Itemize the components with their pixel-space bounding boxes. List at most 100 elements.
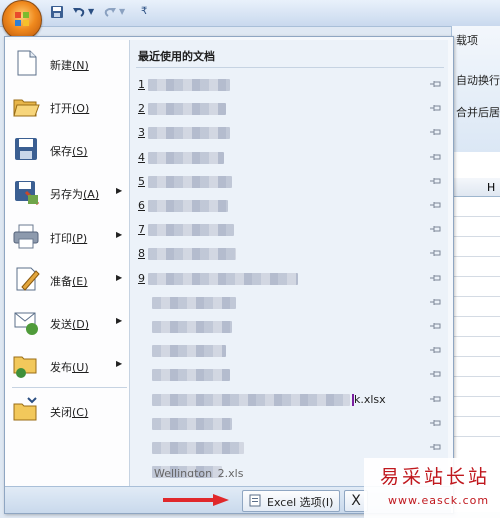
merge-center-button[interactable]: 合并后居 (456, 104, 500, 120)
undo-icon[interactable] (72, 5, 86, 19)
customize-toolbar-icon[interactable]: ₹ (141, 5, 147, 19)
recent-document-name-redacted (148, 127, 230, 139)
menu-item-save[interactable]: 保存(S) (6, 131, 128, 169)
recent-document-number: 5 (138, 175, 145, 188)
recent-document-item[interactable] (134, 317, 446, 337)
grid-row-line (451, 436, 500, 437)
recent-document-item[interactable] (134, 365, 446, 385)
grid-row-line (451, 356, 500, 357)
recent-document-item[interactable] (134, 438, 446, 458)
pin-icon[interactable] (430, 297, 442, 307)
grid-row-line (451, 216, 500, 217)
recent-document-number: 1 (138, 78, 145, 91)
menu-item-close-key: (C) (72, 406, 89, 419)
pin-icon[interactable] (430, 79, 442, 89)
recent-document-name-redacted (152, 345, 226, 357)
grid-row-line (451, 416, 500, 417)
pin-icon[interactable] (430, 273, 442, 283)
menu-item-publish-label: 发布 (50, 361, 72, 374)
recent-document-item[interactable]: k.xlsx (134, 390, 446, 410)
watermark-url: www.easck.com (388, 494, 490, 507)
tab-addins[interactable]: 载项 (456, 32, 478, 48)
recent-document-partial[interactable]: Wellington_2.xls (154, 467, 243, 477)
recent-document-item[interactable] (134, 293, 446, 313)
excel-options-button[interactable]: Excel 选项(I) (242, 490, 340, 512)
recent-document-item[interactable]: 7 (134, 220, 446, 240)
menu-item-prepare-label: 准备 (50, 275, 72, 288)
menu-item-prepare[interactable]: 准备(E) ▶ (6, 261, 128, 299)
recent-document-number: 7 (138, 223, 145, 236)
recent-document-name-redacted (148, 248, 236, 260)
recent-document-item[interactable]: 5 (134, 172, 446, 192)
recent-document-name-redacted (152, 321, 232, 333)
menu-item-send[interactable]: 发送(D) ▶ (6, 304, 128, 342)
menu-item-print-key: (P) (72, 232, 88, 245)
recent-document-name-redacted (152, 418, 232, 430)
submenu-arrow-icon: ▶ (116, 230, 123, 239)
recent-document-item[interactable]: 4 (134, 148, 446, 168)
recent-document-item[interactable]: 1 (134, 75, 446, 95)
save-icon[interactable] (50, 5, 64, 19)
submenu-arrow-icon: ▶ (116, 359, 123, 368)
printer-icon (13, 224, 39, 249)
recent-document-name-redacted (148, 79, 230, 91)
pin-icon[interactable] (430, 345, 442, 355)
recent-document-number: 6 (138, 199, 145, 212)
recent-document-name-redacted (148, 103, 226, 115)
undo-dropdown-icon[interactable]: ▼ (88, 5, 94, 19)
menu-item-new-label: 新建 (50, 59, 72, 72)
pin-icon[interactable] (430, 224, 442, 234)
excel-options-label: Excel 选项(I) (267, 496, 334, 509)
recent-document-item[interactable]: 2 (134, 99, 446, 119)
grid-row-line (451, 336, 500, 337)
red-pointer-arrow-icon (163, 494, 229, 506)
pin-icon[interactable] (430, 200, 442, 210)
recent-document-name-redacted (152, 394, 350, 406)
pin-icon[interactable] (430, 321, 442, 331)
menu-item-new-key: (N) (72, 59, 89, 72)
grid-row-line (451, 376, 500, 377)
recent-document-item[interactable]: 8 (134, 244, 446, 264)
pin-icon[interactable] (430, 176, 442, 186)
recent-document-item[interactable]: 6 (134, 196, 446, 216)
pin-icon[interactable] (430, 248, 442, 258)
recent-document-item[interactable] (134, 414, 446, 434)
redo-icon[interactable] (103, 5, 117, 19)
menu-item-publish-key: (U) (72, 361, 89, 374)
pin-icon[interactable] (430, 442, 442, 452)
recent-document-name-redacted (148, 176, 232, 188)
grid-row-line (451, 296, 500, 297)
menu-item-print[interactable]: 打印(P) ▶ (6, 218, 128, 256)
submenu-arrow-icon: ▶ (116, 186, 123, 195)
pin-icon[interactable] (430, 152, 442, 162)
recent-document-name-redacted (152, 442, 244, 454)
pin-icon[interactable] (430, 418, 442, 428)
menu-item-save-as[interactable]: 另存为(A) ▶ (6, 174, 128, 212)
recent-document-item[interactable]: 9 (134, 269, 446, 289)
menu-item-open[interactable]: 打开(O) (6, 88, 128, 126)
column-h-label[interactable]: H (487, 181, 495, 194)
menu-item-new[interactable]: 新建(N) (6, 45, 128, 83)
recent-documents-title: 最近使用的文档 (138, 50, 215, 63)
wrap-text-button[interactable]: 自动换行 (456, 72, 500, 88)
recent-document-name-redacted (148, 273, 298, 285)
menu-item-close[interactable]: 关闭(C) (6, 392, 128, 430)
column-header: H (451, 178, 500, 197)
menu-item-publish[interactable]: 发布(U) ▶ (6, 347, 128, 385)
recent-document-number: 3 (138, 126, 145, 139)
redo-dropdown-icon[interactable]: ▼ (119, 5, 125, 19)
pin-icon[interactable] (430, 127, 442, 137)
recent-document-item[interactable]: 3 (134, 123, 446, 143)
recent-document-number: 8 (138, 247, 145, 260)
pin-icon[interactable] (430, 369, 442, 379)
office-button[interactable] (2, 0, 42, 40)
grid-row-line (451, 236, 500, 237)
recent-document-item[interactable] (134, 341, 446, 361)
menu-item-save-label: 保存 (50, 145, 72, 158)
pin-icon[interactable] (430, 394, 442, 404)
recent-document-name-redacted (152, 369, 230, 381)
pin-icon[interactable] (430, 103, 442, 113)
recent-document-name-redacted (148, 200, 228, 212)
prepare-icon (16, 267, 40, 291)
recent-document-number: 4 (138, 151, 145, 164)
